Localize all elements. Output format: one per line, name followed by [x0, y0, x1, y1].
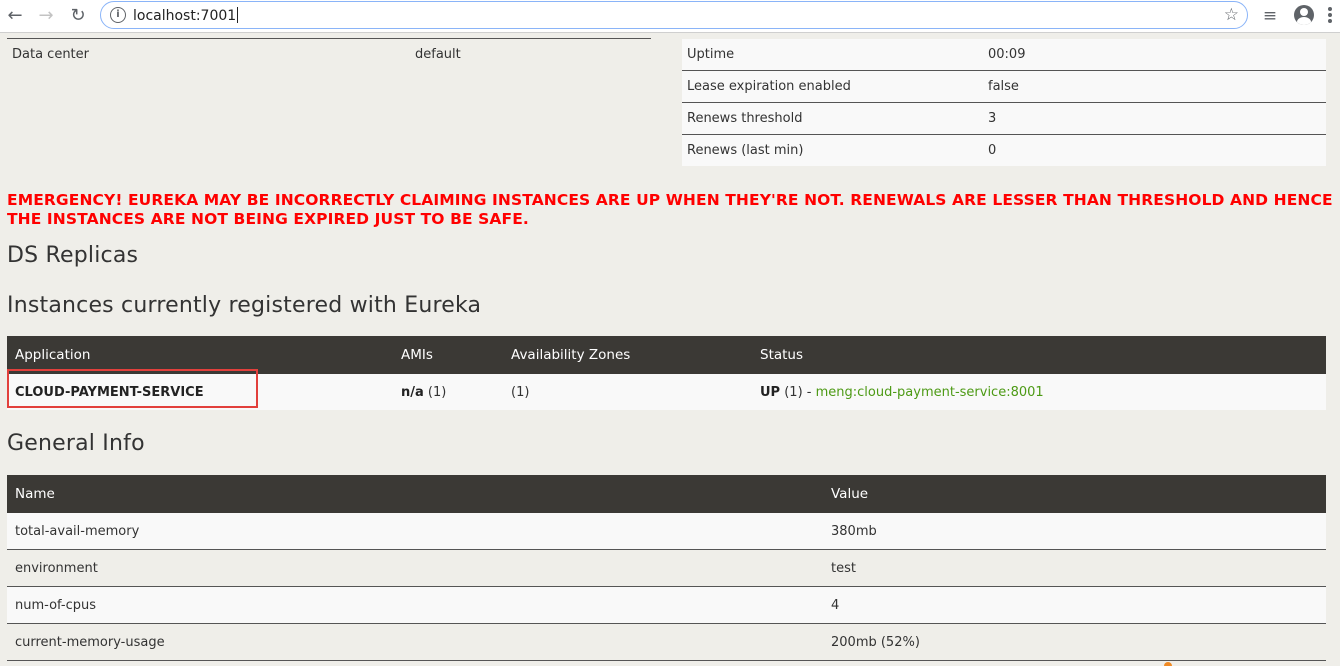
column-header-application: Application [7, 336, 393, 374]
info-name: num-of-cpus [7, 586, 823, 624]
row-label: Uptime [682, 39, 983, 71]
address-bar[interactable]: i localhost:7001 ☆ [100, 1, 1248, 29]
column-header-status: Status [752, 336, 1326, 374]
row-label: Renews (last min) [682, 134, 983, 166]
status-cell: UP (1) - meng:cloud-payment-service:8001 [752, 374, 1326, 410]
info-name: total-avail-memory [7, 513, 823, 550]
column-header-amis: AMIs [393, 336, 503, 374]
table-row: Uptime 00:09 [682, 39, 1326, 71]
table-row: num-of-cpus 4 [7, 586, 1326, 624]
star-icon[interactable]: ☆ [1224, 5, 1239, 25]
info-value: test [823, 549, 1326, 587]
zones-cell: (1) [503, 374, 752, 410]
arrow-left-icon[interactable]: ← [3, 4, 27, 28]
column-header-value: Value [823, 475, 1326, 513]
instances-table: Application AMIs Availability Zones Stat… [7, 336, 1326, 410]
kebab-menu-icon[interactable] [1328, 7, 1332, 25]
application-name: CLOUD-PAYMENT-SERVICE [7, 374, 393, 410]
instance-link[interactable]: meng:cloud-payment-service:8001 [816, 385, 1044, 400]
column-header-zones: Availability Zones [503, 336, 752, 374]
account-icon[interactable] [1294, 5, 1314, 25]
emergency-warning: EMERGENCY! EUREKA MAY BE INCORRECTLY CLA… [7, 191, 1333, 228]
table-row: total-avail-memory 380mb [7, 513, 1326, 550]
row-value: default [415, 47, 461, 62]
info-name: environment [7, 549, 823, 587]
info-value: 200mb (52%) [823, 623, 1326, 661]
row-value: 3 [983, 102, 1326, 135]
info-name: current-memory-usage [7, 623, 823, 661]
table-header-row: Name Value [7, 475, 1326, 513]
info-value: 380mb [823, 513, 1326, 550]
row-label: Data center [12, 47, 89, 62]
table-row: Renews threshold 3 [682, 102, 1326, 135]
status-count: (1) - [780, 384, 816, 400]
table-row: current-memory-usage 200mb (52%) [7, 623, 1326, 661]
table-row: Renews (last min) 0 [682, 134, 1326, 166]
browser-toolbar: ← → ↻ i localhost:7001 ☆ ≡ [0, 0, 1340, 33]
ds-replicas-heading: DS Replicas [7, 243, 139, 268]
system-status-left-table: Data center default [7, 39, 651, 70]
info-icon[interactable]: i [110, 7, 126, 23]
row-value: false [983, 70, 1326, 103]
amis-cell: n/a (1) [393, 374, 503, 410]
media-queue-icon[interactable]: ≡ [1258, 4, 1282, 28]
column-header-name: Name [7, 475, 823, 513]
general-info-table: Name Value total-avail-memory 380mb envi… [7, 475, 1326, 661]
url-text[interactable]: localhost:7001 [133, 7, 238, 24]
amis-count: (1) [423, 384, 447, 400]
general-info-heading: General Info [7, 431, 145, 456]
partial-icon [1164, 662, 1172, 666]
amis-value: n/a [401, 384, 424, 400]
table-row: Lease expiration enabled false [682, 70, 1326, 103]
row-label: Renews threshold [682, 102, 983, 135]
table-row: environment test [7, 549, 1326, 587]
row-value: 00:09 [983, 39, 1326, 71]
reload-icon[interactable]: ↻ [66, 4, 90, 28]
table-header-row: Application AMIs Availability Zones Stat… [7, 336, 1326, 374]
row-label: Lease expiration enabled [682, 70, 983, 103]
instances-heading: Instances currently registered with Eure… [7, 293, 482, 318]
info-value: 4 [823, 586, 1326, 624]
row-value: 0 [983, 134, 1326, 166]
arrow-right-icon[interactable]: → [34, 4, 58, 28]
system-status-right-table: Uptime 00:09 Lease expiration enabled fa… [682, 39, 1326, 166]
table-row: Data center default [7, 39, 651, 70]
status-value: UP [760, 384, 781, 400]
table-row: CLOUD-PAYMENT-SERVICE n/a (1) (1) UP (1)… [7, 374, 1326, 410]
